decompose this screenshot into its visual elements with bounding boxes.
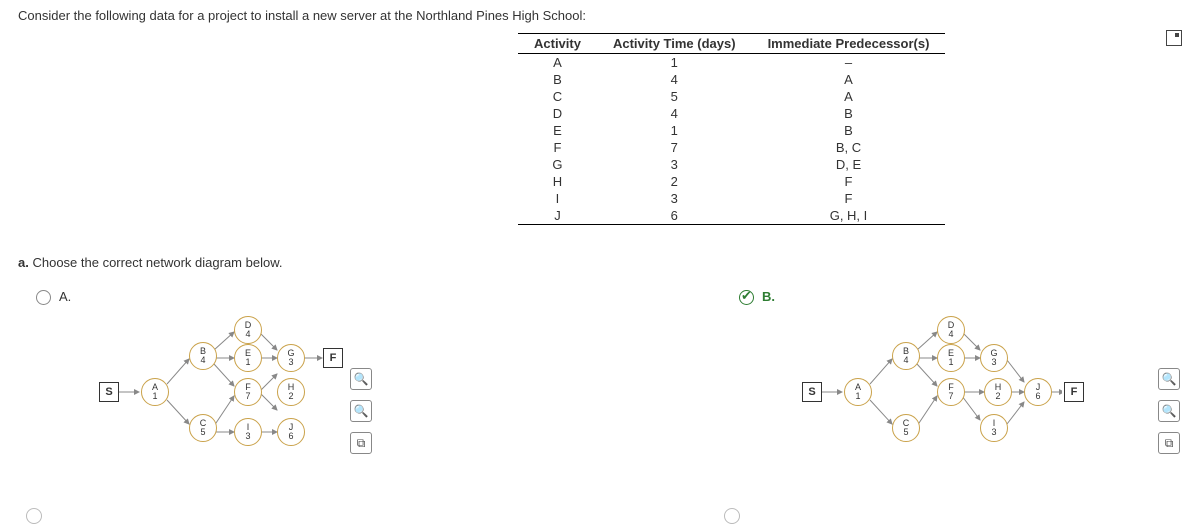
node-b: B4 (189, 342, 217, 370)
node-a: A1 (844, 378, 872, 406)
next-option-hint (26, 508, 42, 524)
radio-b[interactable] (739, 290, 754, 305)
table-row: J6G, H, I (518, 207, 945, 225)
zoom-in-icon[interactable]: 🔍 (1158, 368, 1180, 390)
table-row: G3D, E (518, 156, 945, 173)
node-i: I3 (234, 418, 262, 446)
table-row: B4A (518, 71, 945, 88)
node-a: A1 (141, 378, 169, 406)
node-b: B4 (892, 342, 920, 370)
option-a-label: A. (59, 289, 359, 304)
table-row: I3F (518, 190, 945, 207)
node-c: C5 (189, 414, 217, 442)
diagram-a: S A1 B4 C5 D4 E1 F7 I3 G3 H2 J6 F (99, 314, 359, 454)
diagram-b-tools: 🔍 🔍 ⧉ (1158, 368, 1180, 454)
node-e: E1 (937, 344, 965, 372)
node-f: F7 (937, 378, 965, 406)
option-a[interactable]: A. (36, 288, 359, 454)
node-d: D4 (937, 316, 965, 344)
node-h: H2 (984, 378, 1012, 406)
finish-node: F (1064, 382, 1084, 402)
node-i: I3 (980, 414, 1008, 442)
node-g: G3 (980, 344, 1008, 372)
col-time: Activity Time (days) (597, 34, 752, 54)
next-option-hint (724, 508, 740, 524)
zoom-in-icon[interactable]: 🔍 (350, 368, 372, 390)
table-row: A1– (518, 54, 945, 72)
table-row: F7B, C (518, 139, 945, 156)
col-activity: Activity (518, 34, 597, 54)
radio-a[interactable] (36, 290, 51, 305)
option-b[interactable]: B. (739, 288, 1062, 454)
node-e: E1 (234, 344, 262, 372)
question-prompt: Consider the following data for a projec… (18, 8, 1182, 23)
table-row: D4B (518, 105, 945, 122)
start-node: S (99, 382, 119, 402)
option-b-label: B. (762, 289, 1062, 304)
zoom-out-icon[interactable]: 🔍 (350, 400, 372, 422)
diagram-b: S A1 B4 C5 D4 E1 F7 G3 H2 I3 J6 F (802, 314, 1062, 454)
col-pred: Immediate Predecessor(s) (752, 34, 946, 54)
node-h: H2 (277, 378, 305, 406)
flag-icon[interactable] (1166, 30, 1182, 46)
table-row: C5A (518, 88, 945, 105)
start-node: S (802, 382, 822, 402)
node-c: C5 (892, 414, 920, 442)
node-d: D4 (234, 316, 262, 344)
finish-node: F (323, 348, 343, 368)
node-f: F7 (234, 378, 262, 406)
node-j: J6 (277, 418, 305, 446)
activity-table: Activity Activity Time (days) Immediate … (518, 33, 1182, 225)
diagram-a-tools: 🔍 🔍 ⧉ (350, 368, 372, 454)
popout-icon[interactable]: ⧉ (350, 432, 372, 454)
part-a: a. Choose the correct network diagram be… (18, 255, 1182, 270)
zoom-out-icon[interactable]: 🔍 (1158, 400, 1180, 422)
popout-icon[interactable]: ⧉ (1158, 432, 1180, 454)
table-row: E1B (518, 122, 945, 139)
node-g: G3 (277, 344, 305, 372)
node-j: J6 (1024, 378, 1052, 406)
table-row: H2F (518, 173, 945, 190)
